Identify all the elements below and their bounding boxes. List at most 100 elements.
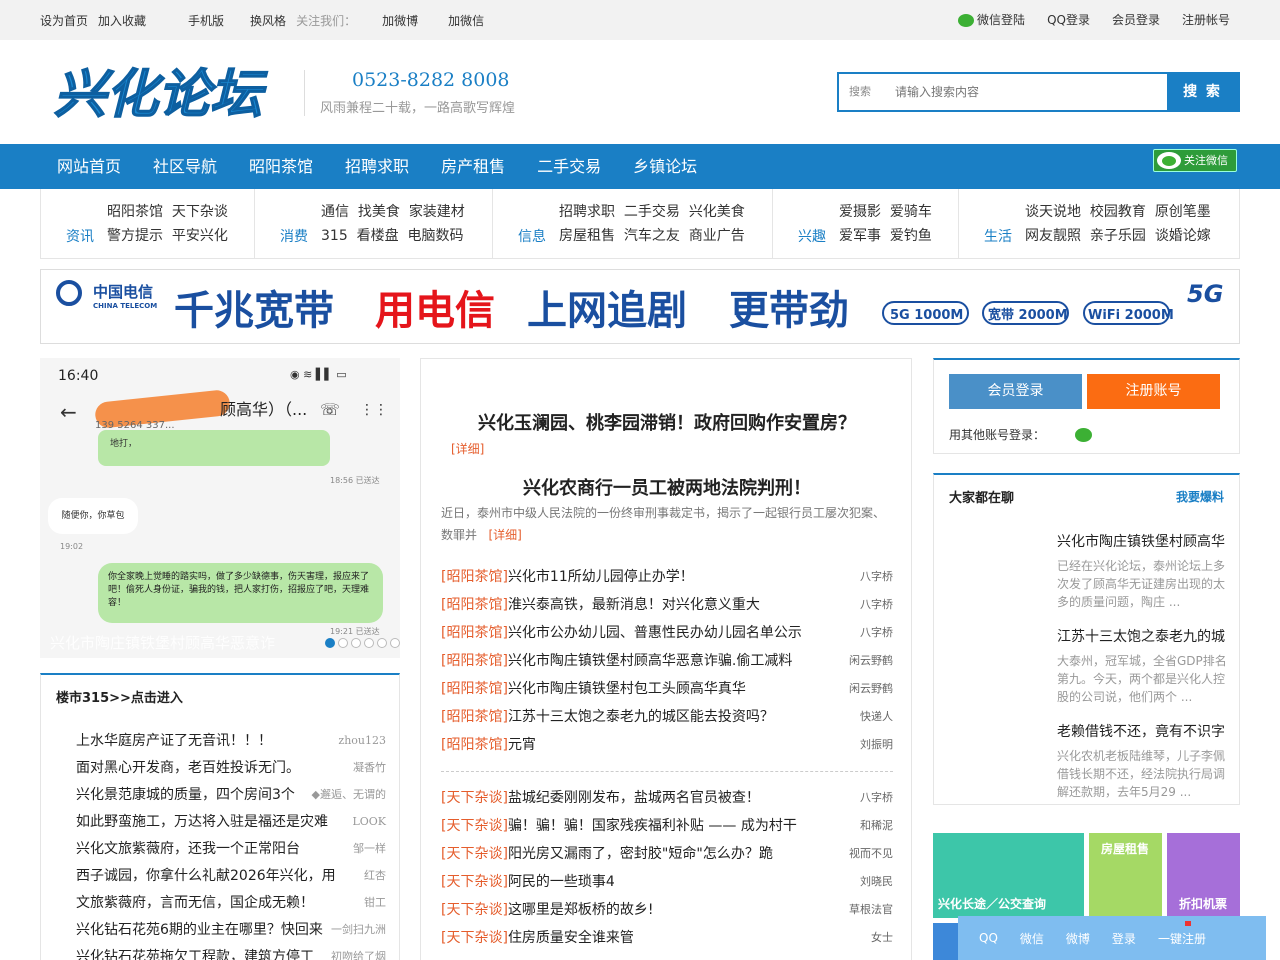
cat-link[interactable]: 天下杂谈 — [172, 204, 228, 220]
news-row[interactable]: [昭阳茶馆]兴化市陶庄镇铁堡村包工头顾高华真华 闲云野鹤 — [441, 681, 893, 709]
cat-link[interactable]: 二手交易 — [624, 204, 680, 220]
news-row[interactable]: [天下杂谈]这哪里是郑板桥的故乡! 草根法官 — [441, 902, 893, 930]
list-item-title[interactable]: 兴化景范康城的质量，四个房间3个 — [76, 785, 295, 812]
news-author[interactable]: 刘晓民 — [860, 874, 893, 902]
list-item-author[interactable]: zhou123 — [338, 731, 386, 758]
search-type-label[interactable]: 搜索 — [839, 74, 895, 110]
list-item[interactable]: 上水华庭房产证了无音讯！！！ zhou123 — [76, 731, 386, 758]
news-row[interactable]: [天下杂谈]骗！骗！骗！国家残疾福利补贴 —— 成为村干 和稀泥 — [441, 818, 893, 846]
tile-flight-tickets[interactable]: 折扣机票 — [1167, 833, 1240, 918]
news-title[interactable]: 阿民的一些琐事4 — [508, 874, 615, 890]
news-row[interactable]: [天下杂谈]盐城纪委刚刚发布，盐城两名官员被查！ 八字桥 — [441, 790, 893, 818]
list-item-author[interactable]: 红杏 — [364, 866, 386, 893]
news-row[interactable]: [昭阳茶馆]兴化市公办幼儿园、普惠性民办幼儿园名单公示 八字桥 — [441, 625, 893, 653]
news-row[interactable]: [天下杂谈]阳光房又漏雨了，密封胶"短命"怎么办？跪 视而不见 — [441, 846, 893, 874]
change-style-link[interactable]: 换风格 — [250, 12, 286, 29]
news-row[interactable]: [昭阳茶馆]元宵 刘振明 — [441, 737, 893, 765]
list-item-title[interactable]: 上水华庭房产证了无音讯！！！ — [76, 731, 272, 758]
discussion-title[interactable]: 兴化市陶庄镇铁堡村顾高华 — [1057, 531, 1227, 551]
news-category-tag[interactable]: [昭阳茶馆] — [441, 709, 508, 725]
list-item-title[interactable]: 文旅紫薇府，言而无信，国企成无赖！ — [76, 893, 314, 920]
news-title[interactable]: 这哪里是郑板桥的故乡! — [508, 902, 654, 918]
cat-link[interactable]: 汽车之友 — [624, 228, 680, 244]
slide-dot[interactable] — [377, 638, 387, 648]
news-title[interactable]: 兴化市陶庄镇铁堡村包工头顾高华真华 — [508, 681, 746, 697]
follow-wechat-button[interactable]: 关注微信 — [1153, 149, 1237, 172]
cat-link[interactable]: 通信 — [321, 204, 349, 220]
cat-link[interactable]: 网友靓照 — [1025, 228, 1081, 244]
register-button[interactable]: 注册账号 — [1087, 374, 1220, 409]
nav-home[interactable]: 网站首页 — [41, 144, 137, 189]
cat-link[interactable]: 看楼盘 — [357, 228, 399, 244]
slide-dot[interactable] — [338, 638, 348, 648]
slide-caption[interactable]: 兴化市陶庄镇铁堡村顾高华恶意诈 — [50, 632, 275, 653]
cat-link[interactable]: 电脑数码 — [408, 228, 464, 244]
list-item-author[interactable]: 初吻给了烟 — [331, 947, 386, 960]
news-title[interactable]: 阳光房又漏雨了，密封胶"短命"怎么办？跪 — [508, 846, 773, 862]
nav-second-hand[interactable]: 二手交易 — [521, 144, 617, 189]
news-author[interactable]: 闲云野鹤 — [849, 681, 893, 709]
list-item-author[interactable]: 一剑扫九洲 — [331, 920, 386, 947]
news-author[interactable]: 八字桥 — [860, 790, 893, 818]
list-item-title[interactable]: 兴化钻石花苑6期的业主在哪里？快回来 — [76, 920, 323, 947]
float-weibo[interactable]: 微博 — [1066, 930, 1090, 947]
news-category-tag[interactable]: [昭阳茶馆] — [441, 653, 508, 669]
cat-link[interactable]: 亲子乐园 — [1090, 228, 1146, 244]
discussion-item[interactable]: 兴化市陶庄镇铁堡村顾高华 已经在兴化论坛，泰州论坛上多次发了顾高华无证建房出现的太… — [1057, 531, 1227, 611]
cat-link[interactable]: 兴化美食 — [689, 204, 745, 220]
float-wechat[interactable]: 微信 — [1020, 930, 1044, 947]
cat-link[interactable]: 警方提示 — [107, 228, 163, 244]
headline-2[interactable]: 兴化农商行一员工被两地法院判刑！ — [421, 474, 913, 500]
list-item-author[interactable]: LOOK — [352, 812, 386, 839]
news-title[interactable]: 淮兴泰高铁，最新消息！对兴化意义重大 — [508, 597, 760, 613]
news-author[interactable]: 八字桥 — [860, 597, 893, 625]
news-title[interactable]: 住房质量安全谁来管 — [508, 930, 634, 946]
cat-link[interactable]: 爱军事 — [839, 228, 881, 244]
list-item[interactable]: 兴化钻石花苑6期的业主在哪里？快回来 一剑扫九洲 — [76, 920, 386, 947]
cat-link[interactable]: 找美食 — [358, 204, 400, 220]
site-logo[interactable]: 兴化论坛 — [52, 62, 274, 124]
news-row[interactable]: [昭阳茶馆]江苏十三太饱之泰老九的城区能去投资吗？ 快递人 — [441, 709, 893, 737]
news-author[interactable]: 女士 — [871, 930, 893, 958]
wechat-login-icon[interactable] — [1075, 428, 1092, 442]
news-title[interactable]: 兴化市11所幼儿园停止办学！ — [508, 569, 694, 585]
list-item[interactable]: 文旅紫薇府，言而无信，国企成无赖！ 钳工 — [76, 893, 386, 920]
set-homepage-link[interactable]: 设为首页 — [40, 12, 88, 29]
cat-link[interactable]: 爱摄影 — [839, 204, 881, 220]
search-button[interactable]: 搜 索 — [1167, 74, 1238, 110]
news-title[interactable]: 骗！骗！骗！国家残疾福利补贴 —— 成为村干 — [508, 818, 797, 834]
register-link[interactable]: 注册帐号 — [1182, 11, 1230, 28]
weibo-link[interactable]: 加微博 — [382, 12, 418, 29]
list-item-title[interactable]: 如此野蛮施工，万达将入驻是福还是灾难 — [76, 812, 328, 839]
qq-login-link[interactable]: QQ登录 — [1047, 11, 1090, 28]
tile-house-rental[interactable]: 房屋租售 — [1089, 833, 1162, 918]
news-category-tag[interactable]: [天下杂谈] — [441, 846, 508, 862]
wechat-login-link[interactable]: 微信登陆 — [958, 11, 1025, 28]
news-category-tag[interactable]: [昭阳茶馆] — [441, 625, 508, 641]
featured-slideshow[interactable]: 16:40 ◉ ≋ ▌▌ ▭ ← 顾高华）（... ☏ ⋮⋮ 139 5264 … — [40, 358, 400, 658]
slide-dot[interactable] — [351, 638, 361, 648]
list-item[interactable]: 面对黑心开发商，老百姓投诉无门。 凝香竹 — [76, 758, 386, 785]
discussion-title[interactable]: 老赖借钱不还，竟有不识字 — [1057, 721, 1227, 741]
list-item-title[interactable]: 兴化文旅紫薇府，还我一个正常阳台 — [76, 839, 300, 866]
list-item-author[interactable]: 钳工 — [364, 893, 386, 920]
discussion-item[interactable]: 老赖借钱不还，竟有不识字 兴化农机老板陆维琴，儿子李佩借钱长期不还，经法院执行局调… — [1057, 721, 1227, 801]
news-row[interactable]: [昭阳茶馆]淮兴泰高铁，最新消息！对兴化意义重大 八字桥 — [441, 597, 893, 625]
discussion-item[interactable]: 江苏十三太饱之泰老九的城 大泰州，冠军城，全省GDP排名第九。今天，两个都是兴化人… — [1057, 626, 1227, 706]
tile-bus-query[interactable]: 兴化长途／公交查询 — [933, 833, 1084, 918]
list-item-author[interactable]: 邹一样 — [353, 839, 386, 866]
add-favorite-link[interactable]: 加入收藏 — [98, 12, 146, 29]
nav-community[interactable]: 社区导航 — [137, 144, 233, 189]
nav-towns[interactable]: 乡镇论坛 — [617, 144, 713, 189]
news-author[interactable]: 快递人 — [860, 709, 893, 737]
news-author[interactable]: 刘振明 — [860, 737, 893, 765]
news-category-tag[interactable]: [天下杂谈] — [441, 930, 508, 946]
list-item[interactable]: 兴化文旅紫薇府，还我一个正常阳台 邹一样 — [76, 839, 386, 866]
cat-link[interactable]: 商业广告 — [689, 228, 745, 244]
cat-link[interactable]: 昭阳茶馆 — [107, 204, 163, 220]
nav-jobs[interactable]: 招聘求职 — [329, 144, 425, 189]
cat-link[interactable]: 谈婚论嫁 — [1155, 228, 1211, 244]
telecom-banner-ad[interactable]: 中国电信 CHINA TELECOM 千兆宽带 用电信 上网追剧 更带劲 5G … — [40, 269, 1240, 344]
news-row[interactable]: [昭阳茶馆]兴化市11所幼儿园停止办学！ 八字桥 — [441, 569, 893, 597]
news-author[interactable]: 八字桥 — [860, 569, 893, 597]
